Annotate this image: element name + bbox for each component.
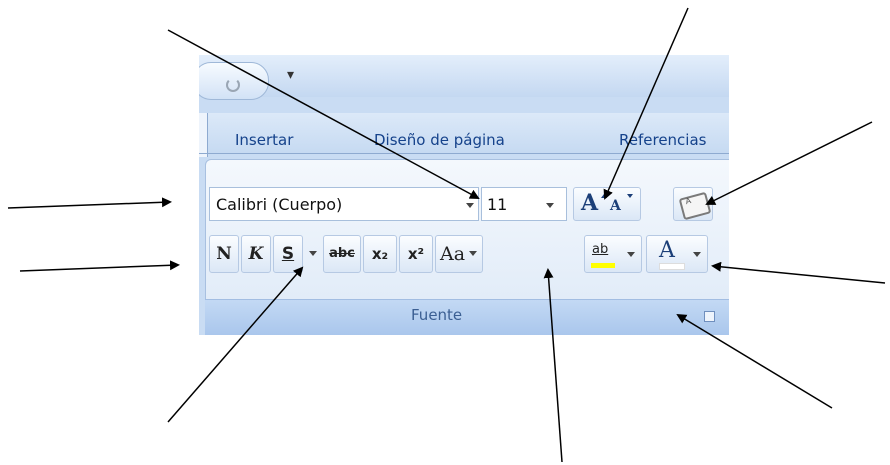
annotation-arrows — [7, 7, 886, 463]
arrow-to-underline — [167, 266, 304, 423]
arrow-to-grow-font — [603, 7, 689, 200]
arrow-to-change-case — [543, 268, 563, 463]
arrow-to-font-size — [167, 29, 480, 199]
arrow-to-clear-formatting — [705, 121, 873, 205]
arrow-to-format-row — [19, 260, 180, 272]
arrow-to-font-color — [711, 261, 886, 284]
arrow-to-font-name — [7, 197, 172, 209]
arrow-to-dialog-launcher — [676, 313, 833, 409]
